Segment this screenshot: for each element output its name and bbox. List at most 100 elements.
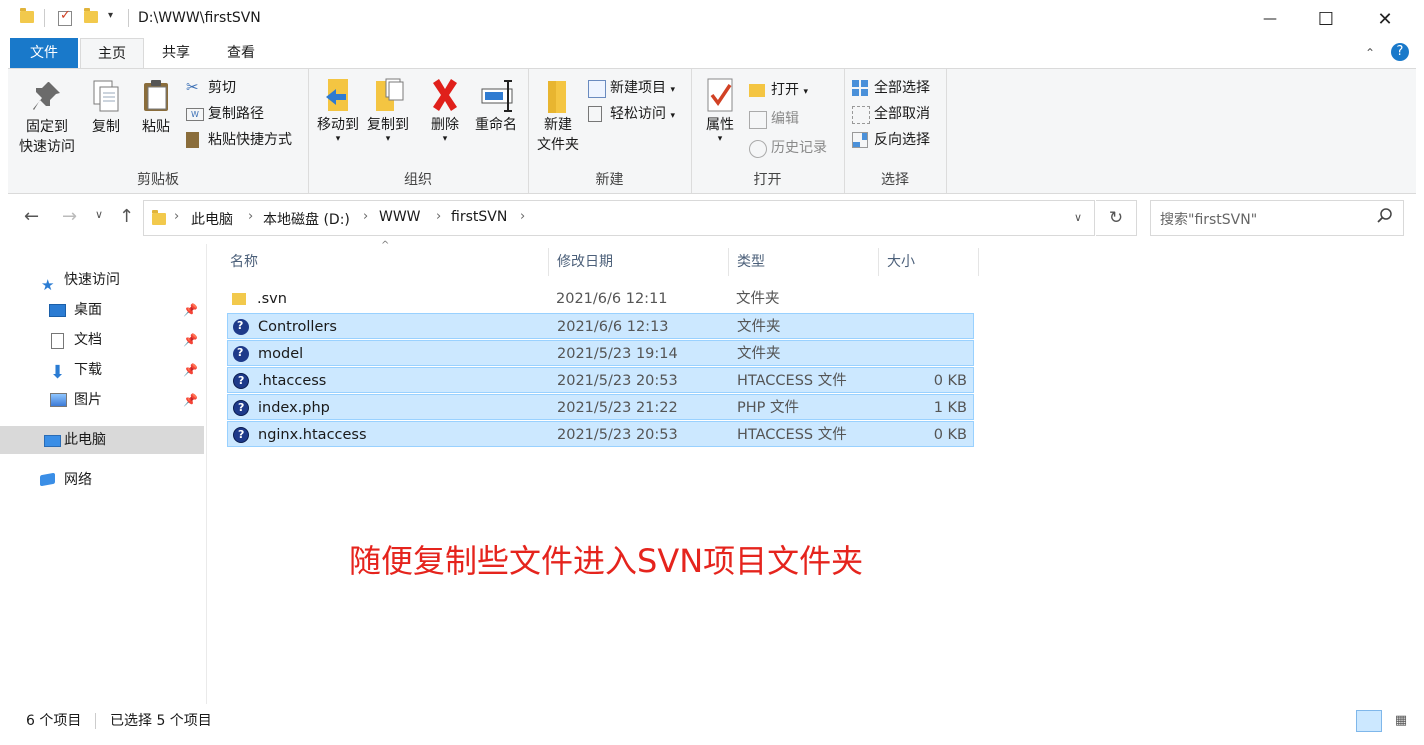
search-icon[interactable] (1377, 207, 1393, 229)
copy-path-button[interactable]: W 复制路径 (186, 103, 264, 125)
nav-pictures[interactable]: 图片 📌 (0, 386, 204, 414)
folder-icon (20, 8, 34, 23)
paste-shortcut-button[interactable]: 粘贴快捷方式 (186, 129, 292, 151)
new-folder-quick-icon[interactable] (84, 8, 98, 23)
svn-unversioned-file-icon (233, 422, 249, 448)
history-icon (749, 140, 767, 158)
select-all-button[interactable]: 全部选择 (852, 77, 930, 99)
easy-access-icon (588, 106, 602, 122)
column-header-name[interactable]: 名称 (222, 248, 549, 276)
title-bar: ▾ D:\WWW\firstSVN — ☐ ✕ (0, 0, 1424, 38)
window-title: D:\WWW\firstSVN (138, 10, 261, 26)
paste-shortcut-icon (186, 132, 199, 148)
annotation-text: 随便复制些文件进入SVN项目文件夹 (349, 542, 864, 580)
edit-button[interactable]: 编辑 (749, 108, 799, 130)
breadcrumb-firstsvn[interactable]: firstSVN (451, 209, 507, 225)
search-box[interactable]: 搜索"firstSVN" (1150, 200, 1404, 236)
copy-button[interactable]: 复制 (84, 79, 128, 137)
properties-quick-icon[interactable] (58, 8, 72, 26)
pinned-icon: 📌 (183, 333, 198, 347)
file-row[interactable]: .htaccess 2021/5/23 20:53 HTACCESS 文件 0 … (227, 367, 974, 394)
edit-label: 编辑 (771, 111, 799, 127)
new-item-dropdown-icon: ▾ (670, 85, 675, 95)
copy-to-icon (372, 77, 404, 111)
forward-arrow-icon[interactable]: → (62, 206, 77, 227)
cut-button[interactable]: ✂ 剪切 (186, 77, 236, 99)
close-button[interactable]: ✕ (1356, 0, 1414, 38)
paste-button[interactable]: 粘贴 (134, 79, 178, 137)
nav-network[interactable]: 网络 (0, 466, 204, 494)
desktop-icon (49, 304, 66, 317)
breadcrumb-drive-d[interactable]: 本地磁盘 (D:) (263, 209, 350, 229)
breadcrumb-www[interactable]: WWW (379, 209, 421, 225)
delete-x-icon (429, 77, 461, 111)
breadcrumb-separator[interactable]: › (436, 209, 441, 224)
file-row[interactable]: model 2021/5/23 19:14 文件夹 (227, 340, 974, 366)
navigation-pane: ★ 快速访问 桌面 📌 文档 📌 ⬇ 下载 📌 图片 📌 此电脑 网络 (0, 244, 207, 704)
file-date: 2021/5/23 19:14 (557, 346, 678, 362)
back-arrow-icon[interactable]: ← (24, 206, 39, 227)
documents-icon (51, 333, 64, 349)
copy-to-button[interactable]: 复制到 ▾ (364, 77, 412, 144)
select-group-label: 选择 (881, 172, 909, 188)
open-label: 打开 (771, 82, 799, 98)
column-header-date[interactable]: 修改日期 (549, 248, 729, 276)
help-button[interactable]: ? (1391, 43, 1409, 61)
recent-locations-chevron-icon[interactable]: ∨ (95, 208, 103, 221)
file-size: 0 KB (933, 373, 967, 389)
collapse-ribbon-icon[interactable]: ⌃ (1365, 46, 1375, 60)
file-row[interactable]: .svn 2021/6/6 12:11 文件夹 (227, 286, 974, 312)
tab-view[interactable]: 查看 (206, 38, 276, 68)
file-name: nginx.htaccess (258, 427, 367, 443)
tab-share[interactable]: 共享 (146, 38, 206, 68)
delete-button[interactable]: 删除 ▾ (424, 77, 466, 144)
properties-button[interactable]: 属性 ▾ (697, 77, 743, 144)
navigation-bar: ← → ∨ ↑ › 此电脑 › 本地磁盘 (D:) › WWW › firstS… (0, 196, 1424, 240)
breadcrumb-separator[interactable]: › (520, 209, 525, 224)
address-bar[interactable]: › 此电脑 › 本地磁盘 (D:) › WWW › firstSVN › ∨ (143, 200, 1095, 236)
maximize-button[interactable]: ☐ (1297, 0, 1355, 38)
move-to-button[interactable]: 移动到 ▾ (314, 77, 362, 144)
file-row[interactable]: Controllers 2021/6/6 12:13 文件夹 (227, 313, 974, 339)
file-date: 2021/6/6 12:13 (557, 319, 669, 335)
select-all-icon (852, 80, 868, 96)
open-button[interactable]: 打开 ▾ (749, 79, 808, 101)
folder-icon (232, 293, 246, 305)
nav-documents-label: 文档 (74, 332, 102, 348)
invert-selection-button[interactable]: 反向选择 (852, 129, 930, 151)
nav-quick-access[interactable]: ★ 快速访问 (0, 266, 204, 294)
breadcrumb-this-pc[interactable]: 此电脑 (191, 209, 233, 229)
select-none-button[interactable]: 全部取消 (852, 103, 930, 125)
column-header-type[interactable]: 类型 (729, 248, 879, 276)
nav-desktop[interactable]: 桌面 📌 (0, 296, 204, 324)
refresh-button[interactable]: ↻ (1096, 200, 1137, 236)
new-item-button[interactable]: 新建项目 ▾ (588, 77, 675, 99)
tab-home[interactable]: 主页 (80, 38, 144, 69)
file-row[interactable]: index.php 2021/5/23 21:22 PHP 文件 1 KB (227, 394, 974, 421)
breadcrumb-separator[interactable]: › (248, 209, 253, 224)
new-folder-button[interactable]: 新建 文件夹 (532, 77, 584, 155)
easy-access-label: 轻松访问 (610, 106, 666, 122)
breadcrumb-separator[interactable]: › (363, 209, 368, 224)
customize-quick-access-icon[interactable]: ▾ (108, 10, 113, 21)
file-name: .svn (257, 291, 287, 307)
pin-to-quick-access-button[interactable]: 固定到 快速访问 (14, 79, 80, 157)
history-button[interactable]: 历史记录 (749, 137, 827, 159)
large-icons-view-icon[interactable]: ▦ (1388, 710, 1414, 732)
pin-icon (31, 79, 63, 113)
column-header-size[interactable]: 大小 (879, 248, 979, 276)
easy-access-button[interactable]: 轻松访问 ▾ (588, 103, 675, 125)
nav-downloads[interactable]: ⬇ 下载 📌 (0, 356, 204, 384)
file-type: 文件夹 (737, 346, 781, 362)
address-history-chevron-icon[interactable]: ∨ (1074, 211, 1082, 224)
nav-documents[interactable]: 文档 📌 (0, 326, 204, 354)
rename-button[interactable]: 重命名 (470, 77, 522, 135)
file-row[interactable]: nginx.htaccess 2021/5/23 20:53 HTACCESS … (227, 421, 974, 448)
open-dropdown-icon: ▾ (803, 87, 808, 97)
tab-file[interactable]: 文件 (10, 38, 78, 68)
details-view-icon[interactable] (1356, 710, 1382, 732)
minimize-button[interactable]: — (1241, 0, 1299, 38)
nav-this-pc[interactable]: 此电脑 (0, 426, 204, 454)
breadcrumb-separator[interactable]: › (174, 209, 179, 224)
up-arrow-icon[interactable]: ↑ (119, 206, 134, 227)
